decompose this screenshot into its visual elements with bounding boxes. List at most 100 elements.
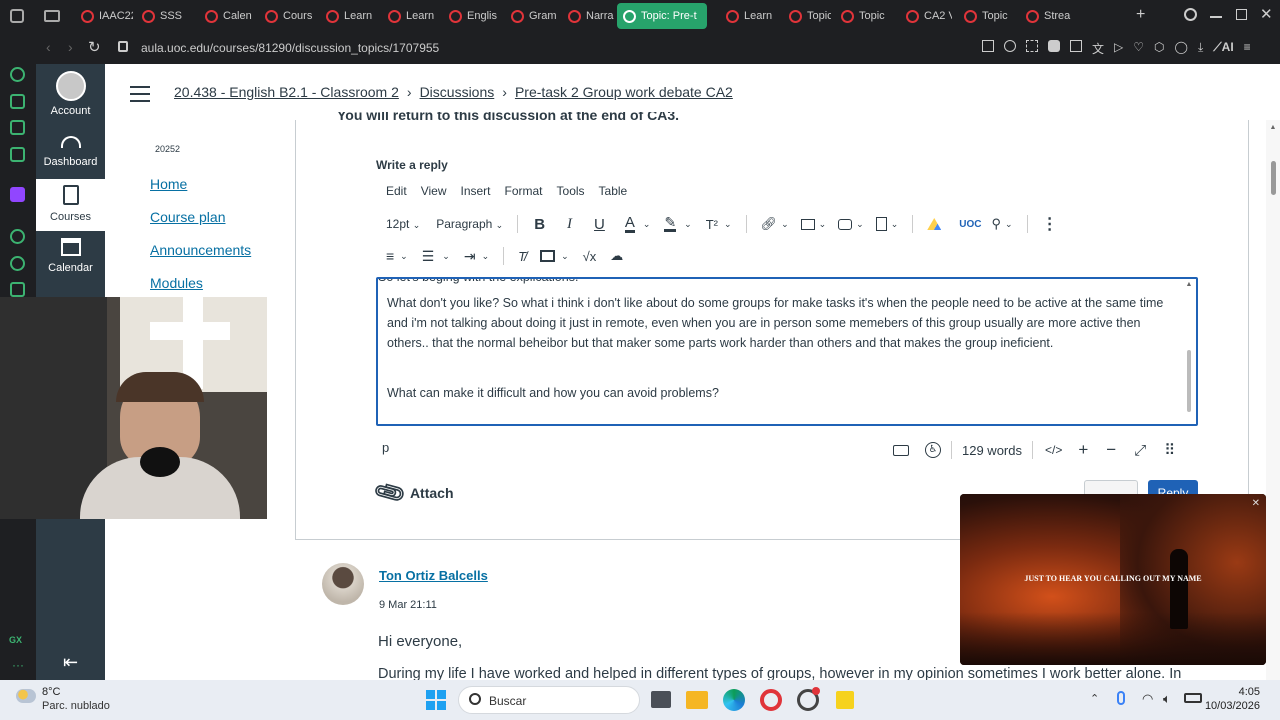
- chevron-down-icon[interactable]: ⌄: [856, 219, 864, 230]
- bullet-list-icon[interactable]: ☰: [422, 248, 435, 265]
- gx-icon[interactable]: GX: [9, 635, 22, 645]
- music-player-icon[interactable]: [10, 229, 25, 244]
- pin-icon[interactable]: [1004, 40, 1016, 52]
- scroll-up-icon[interactable]: ▲: [1266, 124, 1280, 131]
- breadcrumb-discussions[interactable]: Discussions: [420, 84, 495, 100]
- browser-tab[interactable]: CA2 V: [900, 3, 952, 29]
- uoc-tool-icon[interactable]: UOC: [959, 219, 981, 230]
- temperature[interactable]: 8°C: [42, 686, 60, 698]
- image-icon[interactable]: [800, 218, 815, 230]
- chevron-down-icon[interactable]: ⌄: [819, 219, 827, 230]
- font-size-select[interactable]: 12pt ⌄: [386, 217, 420, 231]
- chevron-down-icon[interactable]: ⌄: [891, 219, 899, 230]
- workspaces-icon[interactable]: [10, 9, 24, 23]
- word-count[interactable]: 129 words: [962, 443, 1022, 458]
- text-color-icon[interactable]: A: [624, 215, 635, 233]
- windows-start-icon[interactable]: [426, 690, 446, 710]
- adblock-icon[interactable]: [1048, 40, 1060, 52]
- course-nav-modules[interactable]: Modules: [150, 275, 203, 291]
- heart-icon[interactable]: ♡: [1133, 40, 1144, 57]
- search-tabs-icon[interactable]: [1184, 8, 1197, 21]
- apps-plug-icon[interactable]: ⚲: [991, 216, 1001, 232]
- clock-time[interactable]: 4:05: [1210, 686, 1260, 698]
- browser-tab[interactable]: Gram: [505, 3, 557, 29]
- scrollbar-thumb[interactable]: [1270, 161, 1276, 195]
- edge-icon[interactable]: [723, 689, 745, 711]
- screenshot-icon[interactable]: [1070, 40, 1082, 52]
- workspace-icon[interactable]: [10, 94, 25, 109]
- editor-scrollbar[interactable]: ▲: [1185, 281, 1193, 422]
- wifi-icon[interactable]: ◠: [1142, 691, 1153, 707]
- picture-in-picture-video[interactable]: JUST TO HEAR YOU CALLING OUT MY NAME ✕: [960, 494, 1266, 665]
- menu-format[interactable]: Format: [505, 184, 543, 198]
- browser-tab[interactable]: Cours: [259, 3, 315, 29]
- table-icon[interactable]: [540, 250, 556, 262]
- scrollbar-thumb[interactable]: [1187, 350, 1191, 412]
- microphone-icon[interactable]: [1117, 691, 1125, 705]
- media-icon[interactable]: [838, 218, 853, 230]
- pinboard-icon[interactable]: [10, 120, 25, 135]
- breadcrumb-topic[interactable]: Pre-task 2 Group work debate CA2: [515, 84, 733, 100]
- zoom-in-icon[interactable]: +: [1078, 440, 1088, 460]
- player-icon[interactable]: ▷: [1114, 40, 1123, 57]
- tab-overview-icon[interactable]: [44, 10, 60, 22]
- align-icon[interactable]: ≡: [386, 248, 394, 264]
- html-editor-icon[interactable]: </>: [1045, 443, 1062, 457]
- breadcrumb-course[interactable]: 20.438 - English B2.1 - Classroom 2: [174, 84, 399, 100]
- underline-icon[interactable]: U: [594, 216, 605, 233]
- keyboard-icon[interactable]: [893, 444, 909, 456]
- chevron-down-icon[interactable]: ⌄: [1005, 219, 1013, 230]
- translate-icon[interactable]: 文: [1092, 40, 1104, 57]
- chevron-down-icon[interactable]: ⌄: [643, 219, 651, 230]
- clear-formatting-icon[interactable]: T̸: [518, 249, 526, 264]
- nav-courses[interactable]: Courses: [36, 179, 105, 231]
- new-tab-icon[interactable]: +: [1136, 6, 1145, 24]
- collapse-nav-icon[interactable]: ⇤: [36, 652, 105, 672]
- italic-icon[interactable]: I: [567, 216, 572, 233]
- equation-icon[interactable]: √x: [583, 249, 597, 264]
- fullscreen-icon[interactable]: ⤢: [1134, 442, 1146, 459]
- chevron-down-icon[interactable]: ⌄: [400, 251, 408, 262]
- element-path[interactable]: p: [382, 440, 389, 455]
- browser-tab[interactable]: Englis: [443, 3, 499, 29]
- chevron-down-icon[interactable]: ⌄: [781, 219, 789, 230]
- sticky-notes-icon[interactable]: [836, 691, 854, 709]
- nav-account[interactable]: Account: [36, 68, 105, 122]
- reply-editor[interactable]: So let's beging with the explications. W…: [376, 277, 1198, 426]
- course-nav-announcements[interactable]: Announcements: [150, 242, 251, 258]
- split-view-icon[interactable]: [982, 40, 994, 52]
- twitch-icon[interactable]: [10, 187, 25, 202]
- drag-handle-icon[interactable]: ⠿: [1164, 441, 1175, 459]
- more-sidebar-icon[interactable]: ···: [12, 658, 24, 672]
- document-icon[interactable]: [875, 217, 887, 231]
- browser-tab[interactable]: Strea: [1020, 3, 1076, 29]
- highlight-icon[interactable]: ✎: [664, 215, 677, 232]
- download-icon[interactable]: ⤓: [1198, 40, 1203, 57]
- menu-tools[interactable]: Tools: [557, 184, 585, 198]
- extensions-sidebar-icon[interactable]: [10, 282, 25, 297]
- course-nav-home[interactable]: Home: [150, 176, 187, 192]
- hamburger-menu-icon[interactable]: [130, 86, 150, 102]
- messenger-icon[interactable]: [10, 147, 25, 162]
- accessibility-icon[interactable]: ♿︎: [925, 442, 941, 458]
- scroll-up-icon[interactable]: ▲: [1185, 281, 1193, 288]
- nav-dashboard[interactable]: Dashboard: [36, 130, 105, 180]
- history-icon[interactable]: [10, 256, 25, 271]
- nav-calendar[interactable]: Calendar: [36, 236, 105, 286]
- browser-tab[interactable]: IAAC22408 3: [75, 3, 133, 29]
- snapshot-icon[interactable]: [1026, 40, 1038, 52]
- link-icon[interactable]: 🔗︎: [761, 216, 778, 232]
- menu-icon[interactable]: ≡: [1244, 40, 1251, 57]
- google-drive-icon[interactable]: [927, 218, 942, 230]
- cloud-upload-icon[interactable]: ☁: [610, 248, 623, 264]
- weather-icon[interactable]: [16, 689, 36, 703]
- chevron-up-icon[interactable]: ⌃: [1090, 692, 1099, 705]
- opera-gx-icon[interactable]: [760, 689, 782, 711]
- chevron-down-icon[interactable]: ⌄: [684, 219, 692, 230]
- close-window-icon[interactable]: ✕: [1260, 5, 1273, 23]
- chevron-down-icon[interactable]: ⌄: [561, 251, 569, 262]
- author-avatar[interactable]: [322, 563, 364, 605]
- more-options-icon[interactable]: ⋮: [1042, 214, 1058, 234]
- browser-tab[interactable]: Topic: [783, 3, 831, 29]
- menu-view[interactable]: View: [421, 184, 447, 198]
